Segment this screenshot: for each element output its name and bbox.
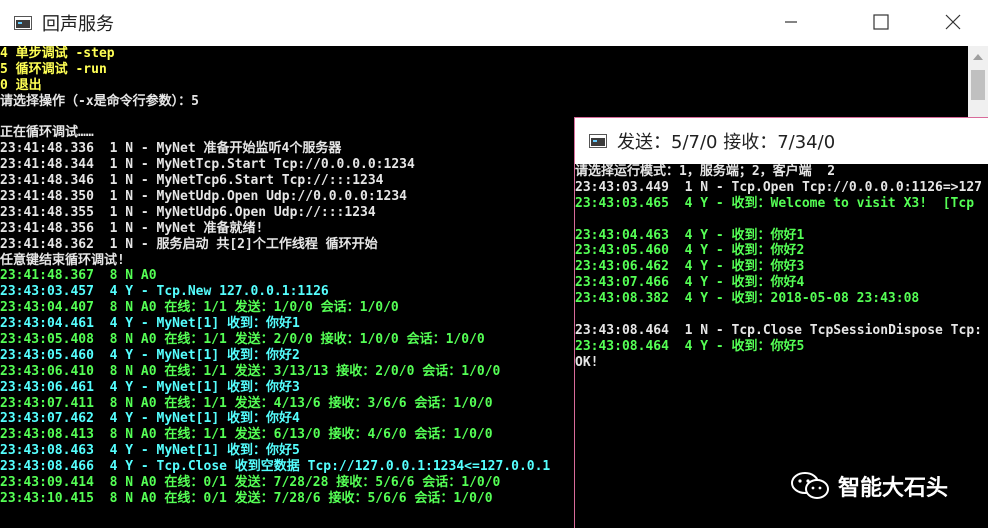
client-console-window: 发送：5/7/0 接收：7/34/0 请选择运行模式：1，服务端；2，客户端 2… bbox=[574, 117, 988, 528]
close-button[interactable] bbox=[930, 0, 976, 44]
console-line: 23:43:07.466 4 Y - 收到：你好4 bbox=[575, 275, 805, 291]
console-line: 23:43:08.464 4 Y - 收到：你好5 bbox=[575, 338, 805, 354]
console-line: 23:43:06.462 4 Y - 收到：你好3 bbox=[575, 259, 805, 275]
scroll-thumb[interactable] bbox=[971, 70, 985, 100]
console-line: 4 单步调试 -step bbox=[0, 46, 115, 61]
maximize-icon bbox=[873, 14, 889, 30]
console-line: 5 循环调试 -run bbox=[0, 61, 107, 77]
client-app-icon bbox=[589, 134, 607, 148]
watermark-text: 智能大石头 bbox=[838, 476, 949, 501]
close-icon bbox=[945, 14, 961, 30]
console-line: OK! bbox=[575, 354, 599, 370]
console-line: 23:43:03.465 4 Y - 收到：Welcome to visit X… bbox=[575, 195, 975, 211]
console-line: 23:43:05.460 4 Y - 收到：你好2 bbox=[575, 243, 805, 259]
minimize-button[interactable] bbox=[768, 0, 814, 44]
main-title-bar[interactable]: 回声服务 bbox=[0, 0, 988, 46]
minimize-icon bbox=[785, 21, 797, 23]
console-line: 23:43:08.382 4 Y - 收到：2018-05-08 23:43:0… bbox=[575, 291, 920, 307]
console-line: 0 退出 bbox=[0, 77, 42, 93]
console-line: 23:43:08.464 1 N - Tcp.Close TcpSessionD… bbox=[575, 322, 982, 338]
console-line: 23:43:04.463 4 Y - 收到：你好1 bbox=[575, 227, 805, 243]
scroll-up-arrow-icon[interactable] bbox=[973, 54, 983, 60]
client-title-bar[interactable]: 发送：5/7/0 接收：7/34/0 bbox=[575, 118, 988, 164]
console-line: 请选择运行模式：1，服务端；2，客户端 2 bbox=[575, 164, 836, 179]
maximize-button[interactable] bbox=[858, 0, 904, 44]
console-line: 23:43:03.449 1 N - Tcp.Open Tcp://0.0.0.… bbox=[575, 179, 982, 195]
client-window-title: 发送：5/7/0 接收：7/34/0 bbox=[617, 132, 836, 153]
console-line: 请选择操作（-x是命令行参数）：5 bbox=[0, 93, 199, 109]
main-window-title: 回声服务 bbox=[42, 14, 114, 35]
wechat-icon bbox=[791, 472, 829, 499]
watermark: 智能大石头 bbox=[790, 470, 948, 502]
console-app-icon bbox=[14, 16, 32, 30]
